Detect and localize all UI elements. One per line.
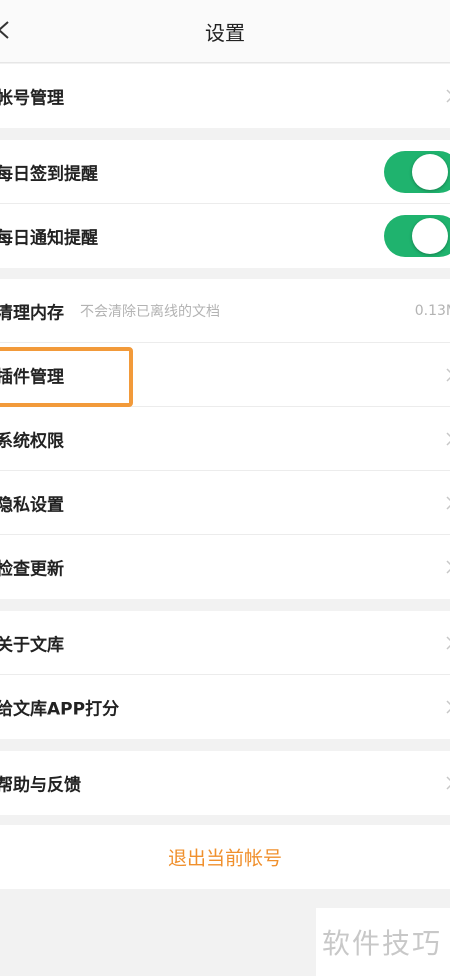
about-group: 关于文库 给文库APP打分 xyxy=(0,611,450,739)
system-permissions-item[interactable]: 系统权限 xyxy=(0,407,450,471)
chevron-right-icon xyxy=(446,367,450,382)
about-library-item[interactable]: 关于文库 xyxy=(0,611,450,675)
cache-size-value: 0.13M xyxy=(414,302,450,319)
item-label: 隐私设置 xyxy=(0,495,64,515)
page-title: 设置 xyxy=(205,21,245,45)
item-label: 系统权限 xyxy=(0,431,64,451)
item-label: 每日通知提醒 xyxy=(0,228,98,249)
chevron-right-icon xyxy=(446,635,450,650)
watermark: 软件技巧 xyxy=(316,908,450,976)
item-label: 关于文库 xyxy=(0,635,64,655)
item-label: 帮助与反馈 xyxy=(0,775,81,796)
daily-notification-toggle[interactable] xyxy=(384,215,450,257)
chevron-right-icon xyxy=(446,495,450,510)
clear-memory-item[interactable]: 清理内存 不会清除已离线的文档 0.13M xyxy=(0,279,450,343)
item-label: 帐号管理 xyxy=(0,88,64,109)
rate-app-item[interactable]: 给文库APP打分 xyxy=(0,675,450,739)
chevron-right-icon xyxy=(446,776,450,790)
check-update-item[interactable]: 检查更新 xyxy=(0,535,450,599)
privacy-settings-item[interactable]: 隐私设置 xyxy=(0,471,450,535)
item-label: 给文库APP打分 xyxy=(0,699,120,720)
chevron-right-icon xyxy=(446,560,450,574)
nav-bar: 设置 xyxy=(0,0,450,63)
daily-signin-toggle[interactable] xyxy=(384,150,450,193)
help-feedback-item[interactable]: 帮助与反馈 xyxy=(0,751,450,815)
watermark-text: 软件技巧 xyxy=(322,927,443,960)
daily-signin-reminder-item: 每日签到提醒 xyxy=(0,140,450,204)
item-sublabel: 不会清除已离线的文档 xyxy=(80,303,220,320)
plugin-management-highlight-box xyxy=(0,347,133,407)
logout-label: 退出当前帐号 xyxy=(167,847,282,870)
account-group: 帐号管理 xyxy=(0,64,450,128)
logout-button[interactable]: 退出当前帐号 xyxy=(0,825,450,889)
chevron-right-icon xyxy=(446,700,450,714)
reminder-group: 每日签到提醒 每日通知提醒 xyxy=(0,140,450,268)
system-group: 清理内存 不会清除已离线的文档 0.13M 插件管理 系统权限 隐私设置 检查更… xyxy=(0,279,450,599)
toggle-knob xyxy=(412,218,448,254)
toggle-knob xyxy=(412,153,448,190)
chevron-right-icon xyxy=(446,89,450,103)
item-label: 清理内存 xyxy=(0,303,64,323)
item-label: 每日签到提醒 xyxy=(0,164,98,184)
daily-notification-reminder-item: 每日通知提醒 xyxy=(0,204,450,268)
chevron-right-icon xyxy=(446,431,450,446)
item-label: 检查更新 xyxy=(0,559,64,580)
account-management-item[interactable]: 帐号管理 xyxy=(0,64,450,128)
help-group: 帮助与反馈 xyxy=(0,751,450,815)
